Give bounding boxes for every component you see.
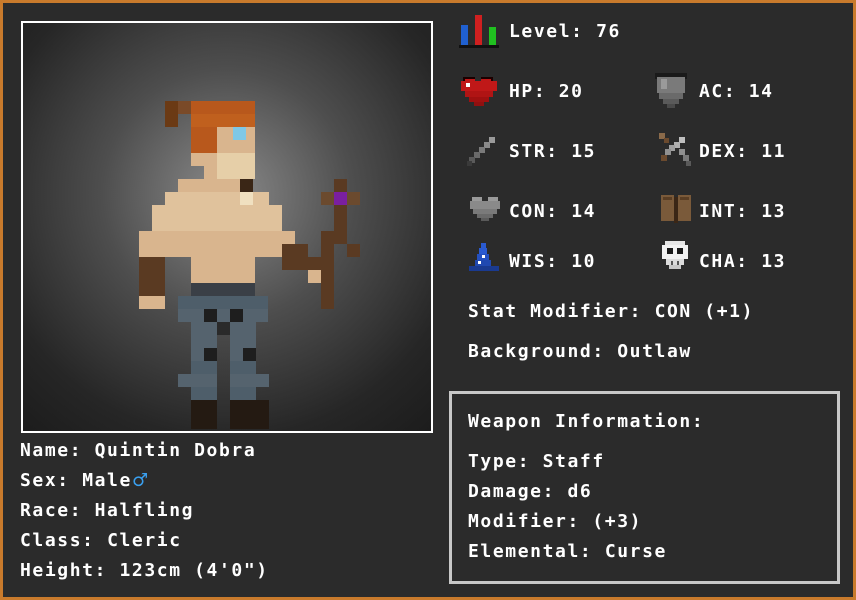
- race-row: Race: Halfling: [20, 500, 194, 522]
- class-label: Class:: [20, 530, 95, 551]
- shield-icon: [653, 71, 689, 111]
- name-value: Quintin Dobra: [94, 440, 257, 461]
- class-row: Class: Cleric: [20, 530, 182, 552]
- weapon-elemental-row: Elemental: Curse: [468, 541, 667, 563]
- background-label: Background:: [468, 341, 605, 362]
- stat-label: INT:: [699, 201, 749, 222]
- stat-modifier-row: Stat Modifier: CON (+1): [468, 301, 754, 323]
- stat-value: 13: [761, 251, 787, 272]
- class-value: Cleric: [107, 530, 182, 551]
- weapon-title: Weapon Information:: [468, 411, 705, 432]
- sex-value: Male: [82, 470, 132, 491]
- background-value: Outlaw: [617, 341, 692, 362]
- weapon-damage-label: Damage:: [468, 481, 556, 502]
- stat-value: 14: [571, 201, 597, 222]
- stat-int: INT: 13: [699, 201, 786, 223]
- stat-modifier-value: CON (+1): [654, 301, 755, 322]
- weapon-elemental-label: Elemental:: [468, 541, 593, 562]
- stat-str: STR: 15: [509, 141, 596, 163]
- character-portrait: [21, 21, 433, 433]
- stat-label: CHA:: [699, 251, 749, 272]
- weapon-type-value: Staff: [542, 451, 605, 472]
- stat-label: DEX:: [699, 141, 749, 162]
- stat-value: 14: [748, 81, 774, 102]
- weapon-modifier-value: (+3): [592, 511, 643, 532]
- stat-value: 20: [558, 81, 584, 102]
- stat-value: 13: [761, 201, 787, 222]
- level-value: 76: [596, 21, 621, 42]
- stat-label: CON:: [509, 201, 559, 222]
- name-row: Name: Quintin Dobra: [20, 440, 256, 462]
- background-row: Background: Outlaw: [468, 341, 692, 363]
- stat-dex: DEX: 11: [699, 141, 786, 163]
- race-label: Race:: [20, 500, 83, 521]
- level-row: Level: 76: [509, 21, 621, 43]
- stat-ac: AC: 14: [699, 81, 774, 103]
- sword-icon: [465, 133, 501, 169]
- wizard-hat-icon: [467, 241, 501, 275]
- grey-heart-icon: [469, 195, 501, 223]
- stat-label: HP:: [509, 81, 547, 102]
- weapon-damage-value: d6: [567, 481, 593, 502]
- weapon-elemental-value: Curse: [604, 541, 667, 562]
- stat-wis: WIS: 10: [509, 251, 596, 273]
- weapon-damage-row: Damage: d6: [468, 481, 592, 503]
- stat-modifier-label: Stat Modifier:: [468, 301, 643, 322]
- height-value: 123cm (4'0"): [119, 560, 269, 581]
- character-sheet-panel: Name: Quintin Dobra Sex: Male♂ Race: Hal…: [0, 0, 856, 600]
- skull-icon: [659, 239, 691, 273]
- sex-row: Sex: Male♂: [20, 470, 150, 492]
- sex-label: Sex:: [20, 470, 70, 491]
- level-bars-icon: [459, 13, 499, 49]
- weapon-type-row: Type: Staff: [468, 451, 605, 473]
- male-symbol-icon: ♂: [131, 470, 150, 491]
- crossed-swords-icon: [657, 131, 693, 169]
- stat-hp: HP: 20: [509, 81, 584, 103]
- race-value: Halfling: [94, 500, 195, 521]
- stat-con: CON: 14: [509, 201, 596, 223]
- weapon-modifier-row: Modifier: (+3): [468, 511, 642, 533]
- height-label: Height:: [20, 560, 108, 581]
- heart-icon: [459, 73, 499, 109]
- weapon-type-label: Type:: [468, 451, 531, 472]
- stat-label: WIS:: [509, 251, 559, 272]
- name-label: Name:: [20, 440, 83, 461]
- stat-value: 11: [761, 141, 787, 162]
- book-icon: [659, 191, 693, 225]
- level-label: Level:: [509, 21, 584, 42]
- stat-value: 15: [571, 141, 597, 162]
- weapon-modifier-label: Modifier:: [468, 511, 580, 532]
- stat-cha: CHA: 13: [699, 251, 786, 273]
- height-row: Height: 123cm (4'0"): [20, 560, 269, 582]
- stat-label: AC:: [699, 81, 737, 102]
- stat-value: 10: [571, 251, 597, 272]
- stat-label: STR:: [509, 141, 559, 162]
- halfling-cleric-sprite: [139, 101, 360, 429]
